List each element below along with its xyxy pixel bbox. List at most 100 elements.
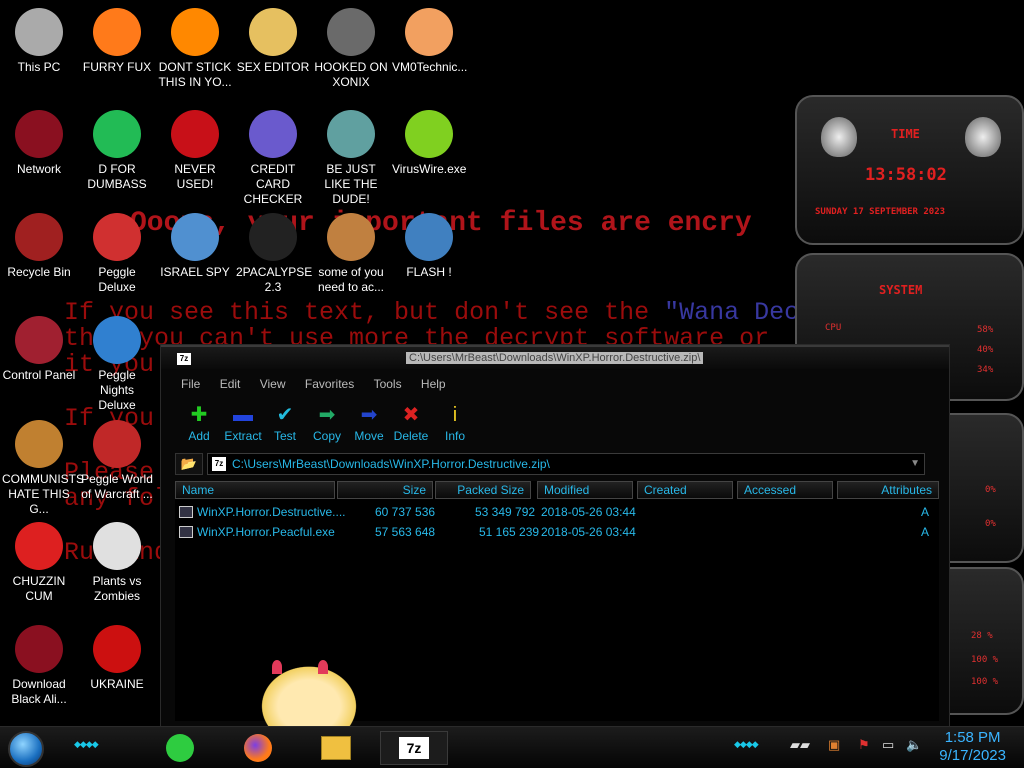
col-packed-size[interactable]: Packed Size bbox=[435, 481, 531, 499]
toolbar-label: Extract bbox=[224, 429, 262, 443]
gadget-time: 13:58:02 bbox=[865, 165, 947, 185]
desktop-icon-money-bag[interactable]: COMMUNISTS HATE THIS G... bbox=[0, 420, 84, 517]
desktop-icon-label: BE JUST LIKE THE DUDE! bbox=[324, 162, 378, 206]
file-name-cell: WinXP.Horror.Destructive.... bbox=[179, 505, 346, 519]
menu-tools[interactable]: Tools bbox=[374, 377, 402, 391]
menu-help[interactable]: Help bbox=[421, 377, 446, 391]
desktop-icon-green-chat[interactable]: D FOR DUMBASS bbox=[78, 110, 156, 192]
menu-edit[interactable]: Edit bbox=[220, 377, 241, 391]
start-orb-icon[interactable] bbox=[8, 731, 44, 767]
plus-icon: ✚ bbox=[190, 404, 208, 426]
desktop-icon-elf-character[interactable]: BE JUST LIKE THE DUDE! bbox=[312, 110, 390, 207]
toolbar-label: Delete bbox=[393, 429, 429, 443]
desktop-icon-lime[interactable]: VirusWire.exe bbox=[390, 110, 468, 177]
taskbar-clock[interactable]: 1:58 PM 9/17/2023 bbox=[939, 729, 1006, 765]
gadget-cpu-3: 34% bbox=[977, 365, 994, 375]
desktop-icon-pvz-flower[interactable]: Plants vs Zombies bbox=[78, 522, 156, 604]
delete-button[interactable]: ✖ Delete bbox=[387, 403, 435, 443]
desktop-icon-chuzzle[interactable]: CHUZZIN CUM bbox=[0, 522, 78, 604]
toolbar-label: Copy bbox=[312, 429, 341, 443]
info-button[interactable]: i Info bbox=[431, 403, 479, 443]
table-row[interactable]: WinXP.Horror.Peacful.exe 57 563 648 51 1… bbox=[175, 523, 939, 541]
desktop-icon-label: VM0Technic... bbox=[392, 60, 468, 74]
file-packed-cell: 51 165 239 bbox=[479, 525, 540, 539]
gadget-cpu-2: 40% bbox=[977, 345, 994, 355]
desktop-icon-peggle-wow[interactable]: Peggle World of Warcraft ... bbox=[78, 420, 156, 502]
desktop-icon-control-panel[interactable]: Control Panel bbox=[0, 316, 78, 383]
desktop-icon-doctor-person[interactable]: VM0Technic... bbox=[390, 8, 468, 75]
col-accessed[interactable]: Accessed bbox=[737, 481, 833, 499]
desktop-icon-label: CREDIT CARD CHECKER bbox=[243, 162, 303, 206]
desktop-icon-radiation[interactable]: UKRAINE bbox=[78, 625, 156, 692]
col-created[interactable]: Created bbox=[637, 481, 733, 499]
col-size[interactable]: Size bbox=[337, 481, 433, 499]
col-attributes[interactable]: Attributes bbox=[837, 481, 939, 499]
speaker-icon[interactable]: 🔈 bbox=[906, 737, 922, 753]
desktop-icon-computer[interactable]: This PC bbox=[0, 8, 78, 75]
copy-button[interactable]: ➡ Copy bbox=[303, 403, 351, 443]
folder-up-icon[interactable]: 📂 bbox=[175, 453, 203, 475]
taskbar-cyan-accent-right: ◆◆◆◆ bbox=[734, 739, 759, 749]
tray-flag-icon[interactable]: ⚑ bbox=[858, 737, 870, 753]
address-field[interactable]: 7z C:\Users\MrBeast\Downloads\WinXP.Horr… bbox=[207, 453, 925, 475]
gadget-time-label: TIME bbox=[891, 127, 920, 141]
file-exe-icon bbox=[179, 506, 193, 518]
desktop-icon-network-alien[interactable]: Network bbox=[0, 110, 78, 177]
extract-button[interactable]: ▬ Extract bbox=[219, 403, 267, 443]
desktop-icon-xonix-game[interactable]: HOOKED ON XONIX bbox=[312, 8, 390, 90]
tray-network-icon[interactable]: ▰▰ bbox=[790, 737, 810, 753]
desktop-icon-label: DONT STICK THIS IN YO... bbox=[158, 60, 232, 89]
delete-x-icon: ✖ bbox=[402, 404, 420, 426]
tray-monitor-icon[interactable]: ▭ bbox=[882, 737, 894, 753]
clock-time: 1:58 PM bbox=[944, 729, 1001, 746]
chevron-down-icon[interactable]: ▼ bbox=[910, 454, 920, 474]
green-chat-icon[interactable] bbox=[160, 731, 200, 765]
radiation-icon bbox=[93, 625, 141, 673]
desktop-icon-firefox[interactable]: FURRY FUX bbox=[78, 8, 156, 75]
desktop-icon-hxd-editor[interactable]: SEX EDITOR bbox=[234, 8, 312, 75]
desktop-icon-dev-cpp[interactable]: NEVER USED! bbox=[156, 110, 234, 192]
7zip-icon[interactable]: 7z bbox=[380, 731, 448, 765]
desktop-icon-credit-card[interactable]: CREDIT CARD CHECKER bbox=[234, 110, 312, 207]
menu-view[interactable]: View bbox=[260, 377, 286, 391]
gadget-low-1: 28 % bbox=[971, 631, 993, 641]
desktop-icon-vlc-cone[interactable]: DONT STICK THIS IN YO... bbox=[156, 8, 234, 90]
desktop-icon-peggle-nights[interactable]: Peggle Nights Deluxe bbox=[78, 316, 156, 413]
add-button[interactable]: ✚ Add bbox=[175, 403, 223, 443]
taskbar-7zip-label: 7z bbox=[399, 737, 429, 759]
desktop-icon-label: VirusWire.exe bbox=[392, 162, 467, 176]
desktop-icon-recycle-bin[interactable]: Recycle Bin bbox=[0, 213, 78, 280]
peggle-nights-icon bbox=[93, 316, 141, 364]
firefox-icon[interactable] bbox=[238, 731, 278, 765]
pvz-flower-icon bbox=[93, 522, 141, 570]
desktop-icon-label: ISRAEL SPY bbox=[160, 265, 230, 279]
test-button[interactable]: ✔ Test bbox=[261, 403, 309, 443]
gadget-cpu-1: 58% bbox=[977, 325, 994, 335]
tray-app-icon[interactable]: ▣ bbox=[828, 737, 840, 753]
desktop-icon-terminal[interactable]: 2PACALYPSE 2.3 bbox=[234, 213, 312, 295]
col-name[interactable]: Name bbox=[175, 481, 335, 499]
peggle-wow-icon bbox=[93, 420, 141, 468]
menu-favorites[interactable]: Favorites bbox=[305, 377, 354, 391]
7zip-app-icon[interactable]: 7z bbox=[177, 353, 191, 365]
doctor-person-icon bbox=[405, 8, 453, 56]
desktop-icon-peggle[interactable]: Peggle Deluxe bbox=[78, 213, 156, 295]
desktop-icon-dog[interactable]: some of you need to ac... bbox=[312, 213, 390, 295]
menu-file[interactable]: File bbox=[181, 377, 200, 391]
info-icon: i bbox=[452, 404, 458, 426]
desktop-icon-flash[interactable]: FLASH ! bbox=[390, 213, 468, 280]
table-row[interactable]: WinXP.Horror.Destructive.... 60 737 536 … bbox=[175, 503, 939, 521]
gadget-low-3: 100 % bbox=[971, 677, 999, 687]
desktop-icon-label: FLASH ! bbox=[406, 265, 452, 279]
computer-icon bbox=[15, 8, 63, 56]
peggle-icon bbox=[93, 213, 141, 261]
desktop-icon-alien-download[interactable]: Download Black Ali... bbox=[0, 625, 78, 707]
col-modified[interactable]: Modified bbox=[537, 481, 633, 499]
desktop-icon-spy-computer[interactable]: ISRAEL SPY bbox=[156, 213, 234, 280]
move-button[interactable]: ➡ Move bbox=[345, 403, 393, 443]
window-titlebar[interactable]: 7z C:\Users\MrBeast\Downloads\WinXP.Horr… bbox=[161, 345, 949, 369]
file-explorer-icon[interactable] bbox=[316, 731, 356, 765]
ransom-line-2: If you see this text, but don't see the … bbox=[64, 298, 844, 327]
menu-bar: File Edit View Favorites Tools Help bbox=[173, 377, 937, 395]
control-panel-icon bbox=[15, 316, 63, 364]
